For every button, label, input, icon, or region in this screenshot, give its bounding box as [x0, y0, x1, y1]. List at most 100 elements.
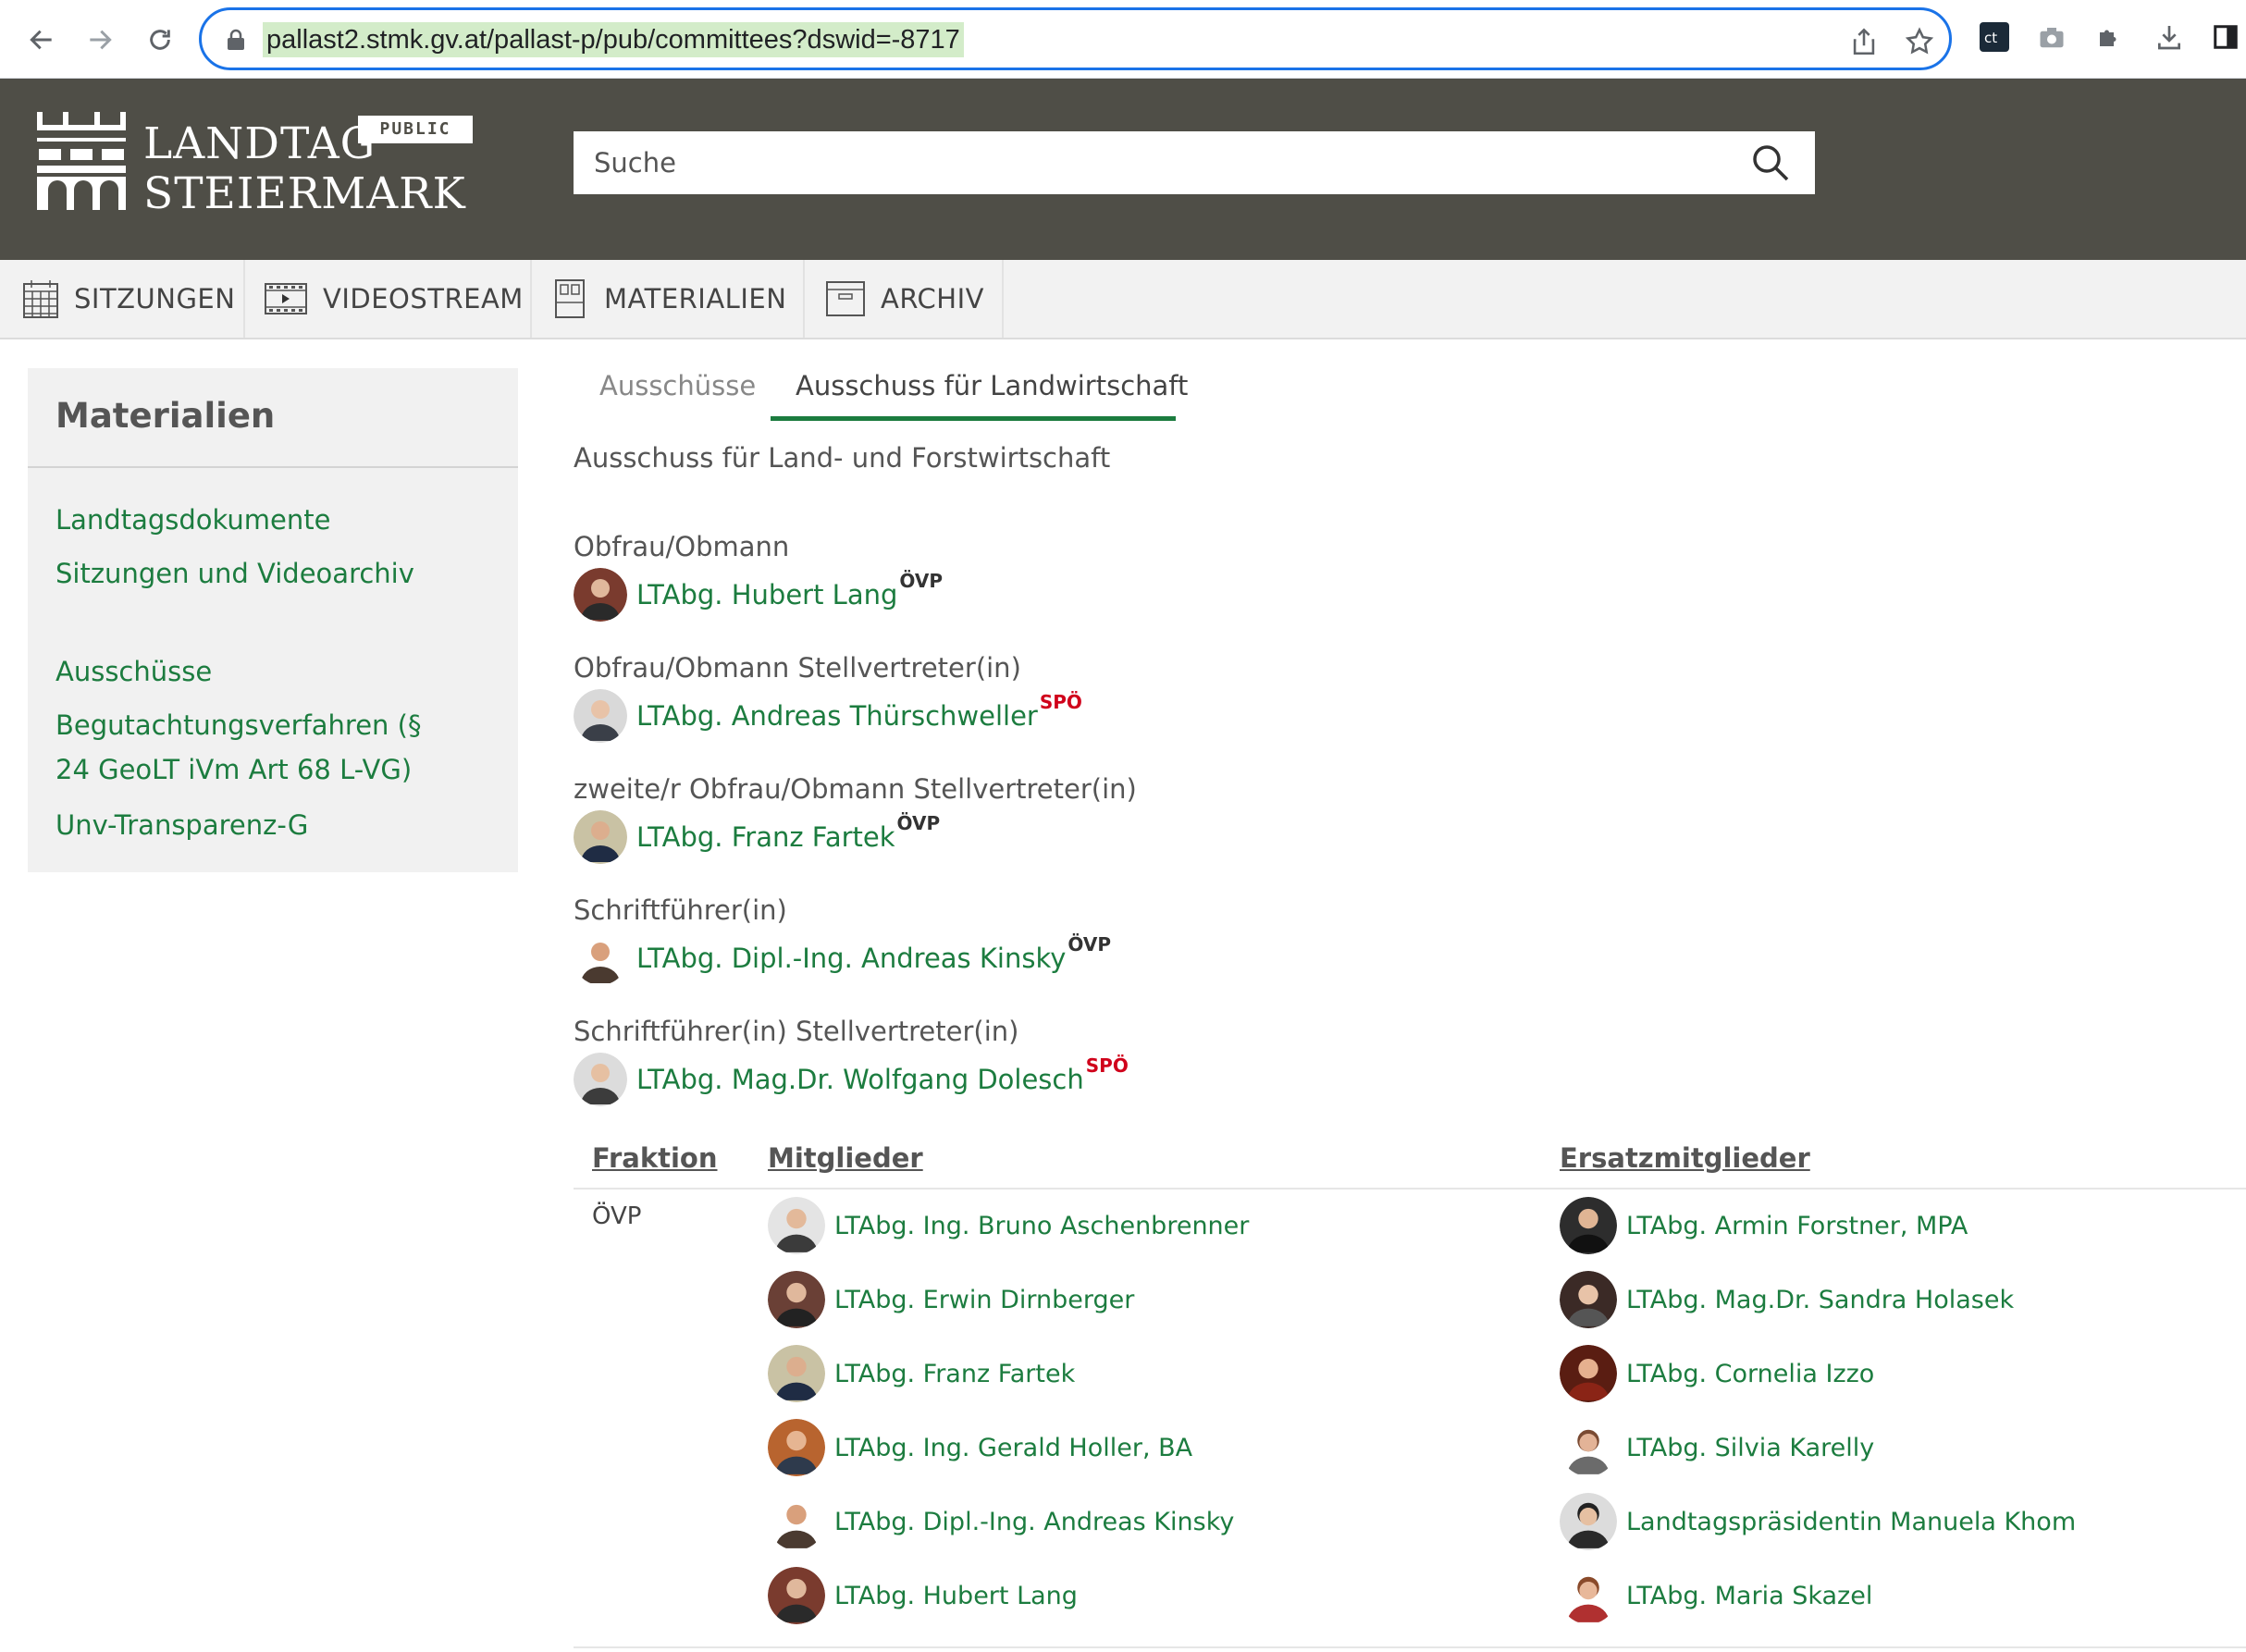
column-header-mitglieder[interactable]: Mitglieder: [768, 1142, 923, 1174]
calendar-icon: [23, 280, 58, 318]
role-person-schriftfuehrer-stv[interactable]: LTAbg. Mag.Dr. Wolfgang Dolesch SPÖ: [574, 1053, 1129, 1106]
arrow-left-icon: [30, 30, 52, 50]
back-button[interactable]: [19, 17, 65, 63]
person-avatar: [574, 810, 627, 864]
share-icon[interactable]: [1848, 26, 1880, 57]
search-input[interactable]: [574, 131, 1739, 194]
party-badge: ÖVP: [899, 570, 943, 592]
search-box: [574, 131, 1815, 194]
substitute-row[interactable]: LTAbg. Maria Skazel: [1560, 1567, 1872, 1624]
member-name-link[interactable]: LTAbg. Ing. Bruno Aschenbrenner: [834, 1212, 1249, 1240]
puzzle-extensions-icon[interactable]: [2092, 20, 2126, 54]
nav-item-materialien[interactable]: MATERIALIEN: [532, 260, 805, 338]
column-header-ersatzmitglieder[interactable]: Ersatzmitglieder: [1560, 1142, 1810, 1174]
person-name-link[interactable]: LTAbg. Dipl.-Ing. Andreas Kinsky: [636, 943, 1066, 974]
party-badge: ÖVP: [896, 812, 941, 834]
role-label-obmann: Obfrau/Obmann: [574, 531, 790, 562]
window-icon[interactable]: [2209, 20, 2242, 54]
url-text[interactable]: pallast2.stmk.gv.at/pallast-p/pub/commit…: [263, 22, 964, 57]
person-name-link[interactable]: LTAbg. Andreas Thürschweller: [636, 700, 1038, 732]
member-row[interactable]: LTAbg. Dipl.-Ing. Andreas Kinsky: [768, 1493, 1234, 1550]
role-label-schriftfuehrer-stv: Schriftführer(in) Stellvertreter(in): [574, 1016, 1019, 1047]
nav-label: ARCHIV: [881, 283, 984, 314]
substitute-name-link[interactable]: Landtagspräsidentin Manuela Khom: [1626, 1508, 2076, 1536]
sidebar-link-landtagsdokumente[interactable]: Landtagsdokumente: [56, 498, 463, 542]
search-icon[interactable]: [1750, 142, 1791, 183]
person-avatar: [1560, 1345, 1617, 1402]
camera-icon[interactable]: [2035, 20, 2068, 54]
substitute-row[interactable]: LTAbg. Cornelia Izzo: [1560, 1345, 1874, 1402]
logo-line-2: STEIERMARK: [143, 168, 466, 219]
substitute-name-link[interactable]: LTAbg. Maria Skazel: [1626, 1582, 1872, 1610]
site-header: LANDTAG STEIERMARK PUBLIC: [0, 79, 2246, 260]
sidebar: Materialien Landtagsdokumente Sitzungen …: [28, 368, 518, 872]
role-label-zweite-obmann-stv: zweite/r Obfrau/Obmann Stellvertreter(in…: [574, 773, 1137, 805]
browser-toolbar: pallast2.stmk.gv.at/pallast-p/pub/commit…: [0, 0, 2246, 79]
tab-ausschuss-landwirtschaft[interactable]: Ausschuss für Landwirtschaft: [796, 370, 1188, 401]
person-avatar: [768, 1197, 825, 1254]
nav-label: VIDEOSTREAM: [323, 283, 524, 314]
public-badge: PUBLIC: [358, 116, 473, 143]
address-bar[interactable]: pallast2.stmk.gv.at/pallast-p/pub/commit…: [199, 7, 1952, 70]
substitute-name-link[interactable]: LTAbg. Armin Forstner, MPA: [1626, 1212, 1968, 1240]
person-avatar: [574, 931, 627, 985]
role-person-zweite-obmann-stv[interactable]: LTAbg. Franz Fartek ÖVP: [574, 810, 940, 864]
sidebar-link-ausschuesse[interactable]: Ausschüsse: [56, 649, 463, 694]
member-row[interactable]: LTAbg. Ing. Bruno Aschenbrenner: [768, 1197, 1249, 1254]
person-avatar: [1560, 1493, 1617, 1550]
person-name-link[interactable]: LTAbg. Franz Fartek: [636, 821, 895, 853]
substitute-row[interactable]: Landtagspräsidentin Manuela Khom: [1560, 1493, 2076, 1550]
nav-item-archiv[interactable]: ARCHIV: [805, 260, 1004, 338]
reload-button[interactable]: [137, 17, 183, 63]
sidebar-link-unv-transparenz[interactable]: Unv-Transparenz-G: [56, 803, 463, 847]
substitute-row[interactable]: LTAbg. Mag.Dr. Sandra Holasek: [1560, 1271, 2014, 1328]
person-avatar: [574, 689, 627, 743]
column-header-fraktion[interactable]: Fraktion: [592, 1142, 717, 1174]
role-person-obmann[interactable]: LTAbg. Hubert Lang ÖVP: [574, 568, 943, 622]
role-person-schriftfuehrer[interactable]: LTAbg. Dipl.-Ing. Andreas Kinsky ÖVP: [574, 931, 1111, 985]
nav-item-sitzungen[interactable]: SITZUNGEN: [0, 260, 245, 338]
member-row[interactable]: LTAbg. Franz Fartek: [768, 1345, 1075, 1402]
ct-extension-icon[interactable]: ct: [1978, 20, 2011, 54]
svg-text:ct: ct: [1984, 30, 1997, 46]
person-avatar: [1560, 1419, 1617, 1476]
person-avatar: [768, 1419, 825, 1476]
member-name-link[interactable]: LTAbg. Hubert Lang: [834, 1582, 1078, 1610]
role-person-obmann-stv[interactable]: LTAbg. Andreas Thürschweller SPÖ: [574, 689, 1082, 743]
landtag-building-logo[interactable]: [35, 108, 128, 210]
member-row[interactable]: LTAbg. Hubert Lang: [768, 1567, 1078, 1624]
substitute-row[interactable]: LTAbg. Silvia Karelly: [1560, 1419, 1874, 1476]
member-row[interactable]: LTAbg. Erwin Dirnberger: [768, 1271, 1134, 1328]
substitute-row[interactable]: LTAbg. Armin Forstner, MPA: [1560, 1197, 1968, 1254]
reload-icon: [150, 30, 170, 50]
download-icon[interactable]: [2153, 20, 2186, 54]
document-icon: [555, 279, 585, 318]
member-name-link[interactable]: LTAbg. Ing. Gerald Holler, BA: [834, 1434, 1192, 1462]
person-name-link[interactable]: LTAbg. Mag.Dr. Wolfgang Dolesch: [636, 1064, 1084, 1095]
person-avatar: [1560, 1567, 1617, 1624]
nav-label: SITZUNGEN: [74, 283, 236, 314]
sidebar-title: Materialien: [56, 396, 276, 436]
person-avatar: [574, 568, 627, 622]
person-name-link[interactable]: LTAbg. Hubert Lang: [636, 579, 897, 610]
tab-ausschuesse[interactable]: Ausschüsse: [599, 370, 756, 401]
nav-item-videostream[interactable]: VIDEOSTREAM: [245, 260, 532, 338]
table-header-divider: [574, 1188, 2246, 1190]
role-label-obmann-stv: Obfrau/Obmann Stellvertreter(in): [574, 652, 1021, 684]
nav-label: MATERIALIEN: [604, 283, 787, 314]
member-row[interactable]: LTAbg. Ing. Gerald Holler, BA: [768, 1419, 1192, 1476]
substitute-name-link[interactable]: LTAbg. Silvia Karelly: [1626, 1434, 1874, 1462]
substitute-name-link[interactable]: LTAbg. Mag.Dr. Sandra Holasek: [1626, 1286, 2014, 1314]
member-name-link[interactable]: LTAbg. Erwin Dirnberger: [834, 1286, 1134, 1314]
member-name-link[interactable]: LTAbg. Franz Fartek: [834, 1360, 1075, 1388]
member-name-link[interactable]: LTAbg. Dipl.-Ing. Andreas Kinsky: [834, 1508, 1234, 1536]
sidebar-divider: [28, 466, 518, 468]
sidebar-link-sitzungen-videoarchiv[interactable]: Sitzungen und Videoarchiv: [56, 551, 463, 596]
sidebar-link-begutachtungsverfahren[interactable]: Begutachtungsverfahren (§ 24 GeoLT iVm A…: [56, 703, 463, 792]
bookmark-star-icon[interactable]: [1904, 26, 1935, 57]
forward-button[interactable]: [77, 17, 123, 63]
party-badge: SPÖ: [1039, 691, 1082, 713]
person-avatar: [768, 1493, 825, 1550]
role-label-schriftfuehrer: Schriftführer(in): [574, 894, 787, 926]
substitute-name-link[interactable]: LTAbg. Cornelia Izzo: [1626, 1360, 1874, 1388]
